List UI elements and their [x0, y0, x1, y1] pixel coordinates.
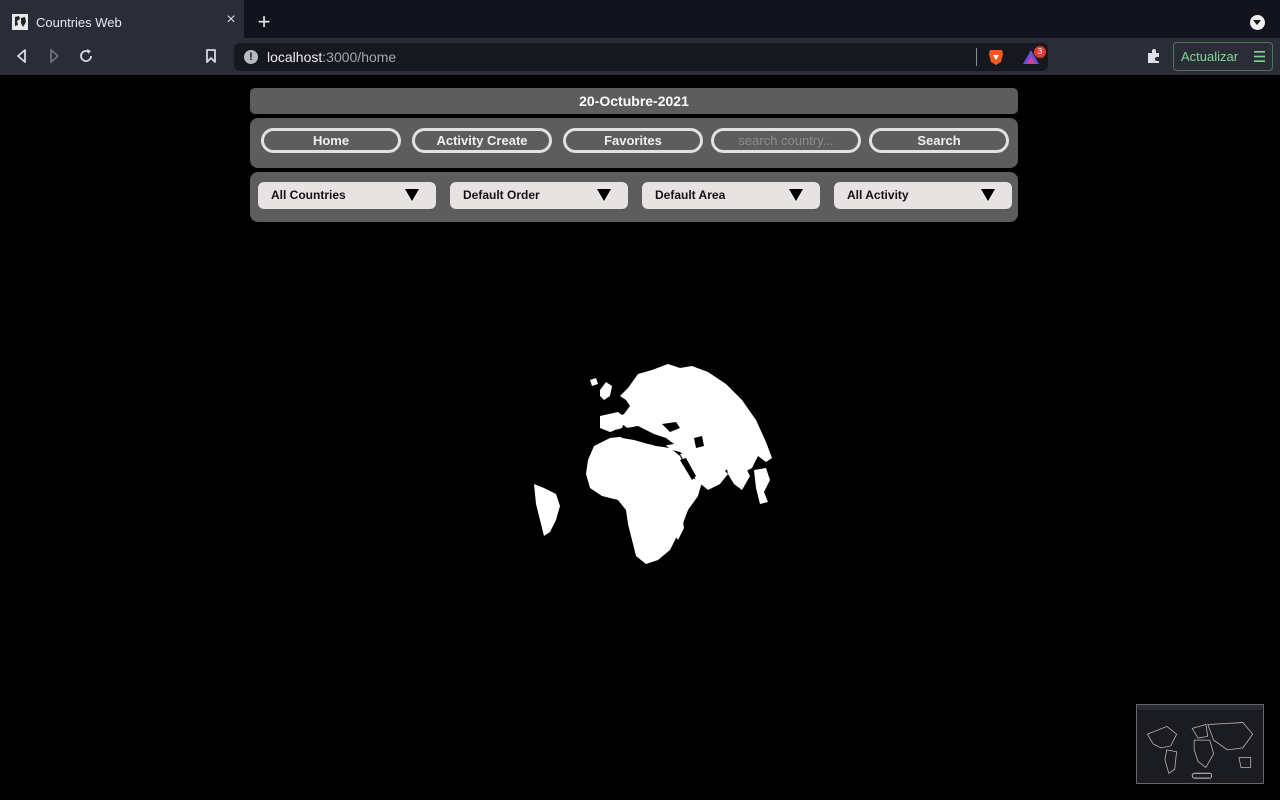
- area-select[interactable]: Default Area: [642, 182, 820, 209]
- search-input[interactable]: search country...: [711, 128, 861, 153]
- menu-hamburger-icon: [1254, 51, 1265, 62]
- update-label: Actualizar: [1181, 49, 1239, 64]
- tab-search-menu-icon[interactable]: [1250, 15, 1265, 30]
- tab-title: Countries Web: [36, 15, 122, 30]
- browser-tab-bar: Countries Web × +: [0, 0, 1280, 38]
- order-select[interactable]: Default Order: [450, 182, 628, 209]
- countries-filter-select[interactable]: All Countries: [258, 182, 436, 209]
- filter-panel: All Countries Default Order Default Area…: [250, 172, 1018, 222]
- extensions-puzzle-icon[interactable]: [1145, 47, 1163, 65]
- globe-loading-image: [534, 364, 772, 564]
- page-content: 20-Octubre-2021 Home Activity Create Fav…: [0, 75, 1280, 800]
- tab-close-icon[interactable]: ×: [224, 12, 238, 28]
- new-tab-button[interactable]: +: [254, 11, 274, 33]
- area-value: Default Area: [655, 188, 726, 202]
- activity-filter-select[interactable]: All Activity: [834, 182, 1012, 209]
- globe-favicon-icon: [12, 14, 28, 30]
- dropdown-arrow-icon: [597, 189, 611, 201]
- countries-filter-value: All Countries: [271, 188, 346, 202]
- dropdown-arrow-icon: [405, 189, 419, 201]
- favorites-button[interactable]: Favorites: [563, 128, 703, 153]
- dropdown-arrow-icon: [981, 189, 995, 201]
- browser-tab[interactable]: Countries Web ×: [0, 0, 244, 38]
- url-path: :3000/home: [322, 49, 397, 65]
- bookmark-icon[interactable]: [201, 46, 221, 66]
- browser-toolbar: ! localhost:3000/home 3 Actualizar: [0, 38, 1280, 75]
- brave-shields-icon[interactable]: [986, 47, 1006, 67]
- home-button[interactable]: Home: [261, 128, 401, 153]
- url-text[interactable]: localhost:3000/home: [267, 49, 396, 65]
- url-host: localhost: [267, 49, 323, 65]
- address-bar[interactable]: ! localhost:3000/home 3: [234, 43, 1048, 71]
- back-icon[interactable]: [12, 46, 32, 66]
- site-info-icon[interactable]: !: [244, 50, 258, 64]
- rewards-badge: 3: [1034, 46, 1046, 58]
- reload-icon[interactable]: [76, 46, 96, 66]
- dropdown-arrow-icon: [789, 189, 803, 201]
- nav-panel: Home Activity Create Favorites search co…: [250, 118, 1018, 168]
- minimap-thumbnail[interactable]: [1136, 704, 1264, 784]
- order-value: Default Order: [463, 188, 540, 202]
- forward-icon[interactable]: [44, 46, 64, 66]
- activity-create-button[interactable]: Activity Create: [412, 128, 552, 153]
- date-banner: 20-Octubre-2021: [250, 88, 1018, 114]
- activity-filter-value: All Activity: [847, 188, 909, 202]
- address-separator: [976, 48, 977, 66]
- update-button[interactable]: Actualizar: [1173, 42, 1273, 71]
- search-button[interactable]: Search: [869, 128, 1009, 153]
